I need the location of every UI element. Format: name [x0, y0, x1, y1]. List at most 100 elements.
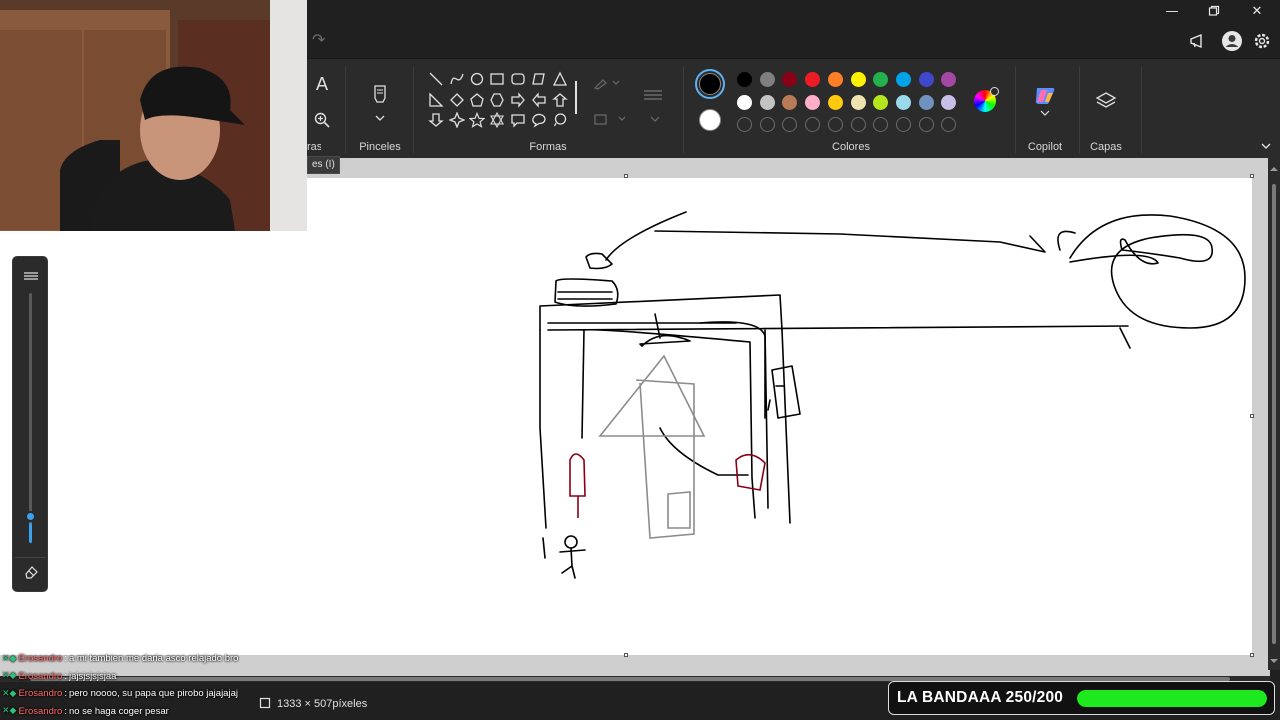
- color-swatch[interactable]: [918, 94, 934, 110]
- custom-color-slot[interactable]: [759, 117, 775, 132]
- up-arrow-shape-icon[interactable]: [552, 92, 568, 108]
- cloud-callout-shape-icon[interactable]: [552, 112, 568, 128]
- chat-username: Erosandro: [18, 688, 63, 700]
- right-arrow-shape-icon[interactable]: [510, 92, 526, 108]
- text-icon[interactable]: A: [313, 73, 331, 95]
- color-swatch[interactable]: [737, 72, 752, 87]
- webcam-overlay: [0, 0, 307, 231]
- color-swatch[interactable]: [895, 94, 911, 110]
- custom-color-slot[interactable]: [782, 117, 798, 132]
- five-point-star-shape-icon[interactable]: [469, 112, 485, 128]
- brush-icon[interactable]: [370, 83, 390, 123]
- custom-color-slot[interactable]: [873, 117, 889, 132]
- color-swatch[interactable]: [941, 72, 957, 87]
- shape-outline-icon[interactable]: [593, 75, 621, 91]
- curve-shape-icon[interactable]: [449, 71, 465, 87]
- account-icon[interactable]: [1221, 30, 1243, 52]
- canvas-resize-handle[interactable]: [1250, 174, 1254, 178]
- polygon-shape-icon[interactable]: [531, 71, 547, 87]
- ribbon-separator: [413, 67, 414, 153]
- size-slider-fill: [29, 523, 32, 543]
- hexagon-shape-icon[interactable]: [489, 92, 505, 108]
- line-shape-icon[interactable]: [428, 71, 444, 87]
- brush-size-panel: [12, 256, 48, 592]
- color-swatch[interactable]: [895, 72, 911, 87]
- chat-badges-icon: ✕◆: [2, 671, 17, 682]
- color-swatch[interactable]: [782, 72, 798, 87]
- ribbon-separator: [345, 67, 346, 153]
- maximize-icon[interactable]: [1194, 2, 1234, 20]
- left-arrow-shape-icon[interactable]: [531, 92, 547, 108]
- line-size-icon[interactable]: [641, 87, 665, 105]
- minimize-icon[interactable]: —: [1152, 2, 1192, 20]
- color-swatch[interactable]: [850, 94, 866, 110]
- custom-color-slot[interactable]: [850, 117, 866, 132]
- color-swatch[interactable]: [918, 72, 934, 87]
- shapes-group-label: Formas: [529, 141, 567, 153]
- goal-progress-fill: [1077, 690, 1267, 707]
- color-swatch[interactable]: [759, 72, 775, 87]
- canvas-resize-handle[interactable]: [624, 653, 628, 657]
- color-swatch[interactable]: [873, 72, 889, 87]
- chat-text: pero noooo, su papa que pirobo jajajajaj: [68, 688, 238, 700]
- diamond-shape-icon[interactable]: [449, 92, 465, 108]
- color-swatch[interactable]: [941, 94, 957, 110]
- layers-icon[interactable]: [1095, 91, 1117, 113]
- canvas-resize-handle[interactable]: [624, 174, 628, 178]
- settings-icon[interactable]: [1251, 30, 1273, 52]
- size-slider-thumb[interactable]: [25, 511, 36, 522]
- rectangular-callout-shape-icon[interactable]: [510, 112, 526, 128]
- copilot-icon[interactable]: [1032, 83, 1058, 119]
- color-wheel-icon[interactable]: [974, 87, 999, 112]
- rounded-rectangle-shape-icon[interactable]: [510, 71, 526, 87]
- custom-color-slot[interactable]: [941, 117, 957, 132]
- four-point-star-shape-icon[interactable]: [449, 112, 465, 128]
- goal-label: LA BANDAAA 250/200: [897, 689, 1064, 706]
- vertical-scrollbar[interactable]: [1268, 158, 1280, 670]
- color-swatch[interactable]: [805, 72, 821, 87]
- eraser-icon[interactable]: [23, 564, 39, 580]
- chevron-down-icon[interactable]: [647, 113, 663, 125]
- chat-username: Erosandro: [18, 705, 63, 717]
- zoom-icon[interactable]: [313, 111, 331, 129]
- color-swatch[interactable]: [873, 94, 889, 110]
- stream-chat-overlay: ✕◆ Erosandro: a mi tambien me daria asco…: [2, 650, 302, 720]
- canvas-resize-handle[interactable]: [1250, 414, 1254, 418]
- drawing-canvas[interactable]: [0, 178, 1252, 655]
- primary-color-swatch: [699, 73, 721, 95]
- redo-icon[interactable]: ↷: [312, 30, 330, 49]
- color-swatch[interactable]: [827, 94, 843, 110]
- color-swatch[interactable]: [805, 94, 821, 110]
- color-swatch[interactable]: [782, 94, 798, 110]
- close-icon[interactable]: ✕: [1237, 2, 1277, 20]
- vertical-scroll-thumb[interactable]: [1272, 184, 1276, 644]
- colors-group-label: Colores: [832, 141, 870, 153]
- ribbon-collapse-chevron-icon[interactable]: [1260, 141, 1272, 151]
- custom-color-slot[interactable]: [918, 117, 934, 132]
- custom-color-slot[interactable]: [827, 117, 843, 132]
- pentagon-shape-icon[interactable]: [469, 92, 485, 108]
- six-point-star-shape-icon[interactable]: [489, 112, 505, 128]
- shapes-scrollbar[interactable]: [575, 81, 577, 114]
- shape-fill-icon[interactable]: [593, 111, 633, 127]
- right-triangle-shape-icon[interactable]: [428, 92, 444, 108]
- custom-color-slot[interactable]: [895, 117, 911, 132]
- oval-shape-icon[interactable]: [469, 71, 485, 87]
- chat-text: a mi tambien me daria asco relajado bro: [68, 653, 239, 665]
- rectangle-shape-icon[interactable]: [489, 71, 505, 87]
- color-swatch[interactable]: [827, 72, 843, 87]
- canvas-resize-handle[interactable]: [1250, 653, 1254, 657]
- color-swatch[interactable]: [737, 94, 752, 110]
- color-swatch[interactable]: [759, 94, 775, 110]
- megaphone-icon[interactable]: [1187, 30, 1209, 52]
- down-arrow-shape-icon[interactable]: [428, 112, 444, 128]
- triangle-shape-icon[interactable]: [552, 71, 568, 87]
- custom-color-slot[interactable]: [737, 117, 752, 132]
- oval-callout-shape-icon[interactable]: [531, 112, 547, 128]
- secondary-color-swatch[interactable]: [699, 109, 721, 131]
- chat-text: jajsjsjsjsjaa: [68, 670, 117, 682]
- color-swatch[interactable]: [850, 72, 866, 87]
- primary-color-selector[interactable]: [695, 69, 725, 99]
- custom-color-slot[interactable]: [805, 117, 821, 132]
- size-slider-track[interactable]: [29, 293, 32, 543]
